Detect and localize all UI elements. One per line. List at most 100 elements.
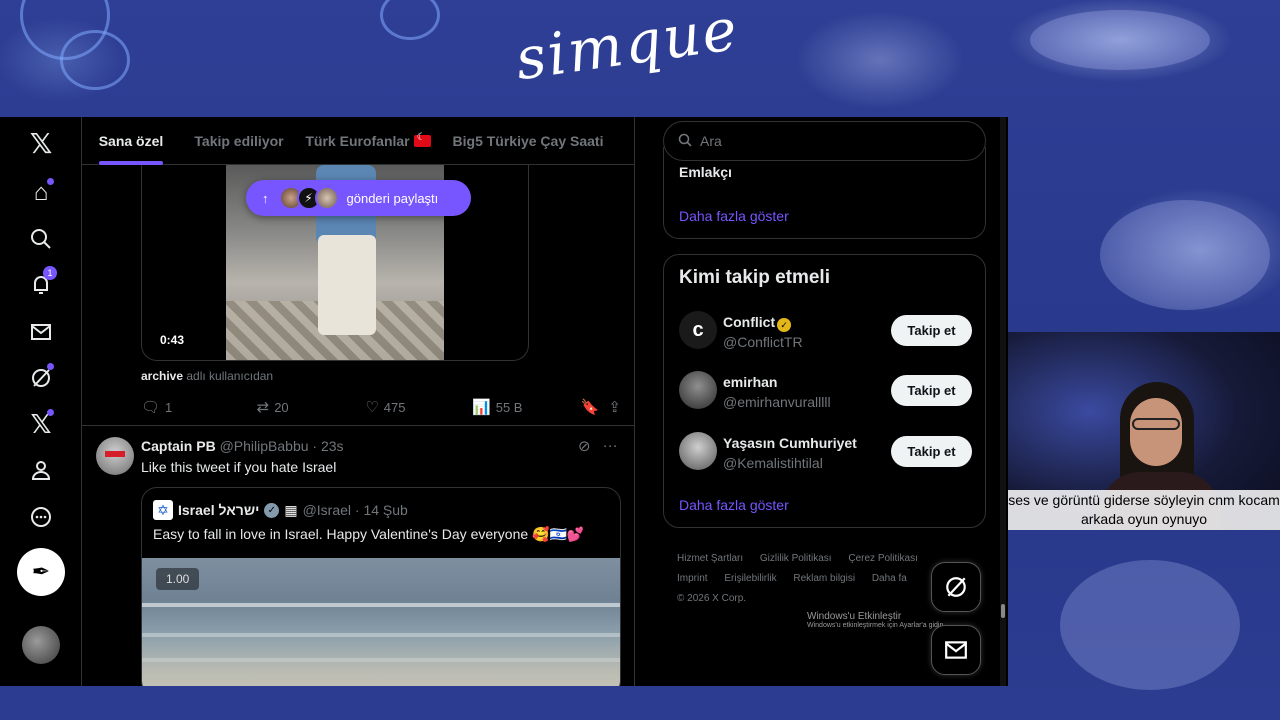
notification-badge: 1: [43, 266, 57, 280]
who-to-follow-title: Kimi takip etmeli: [679, 267, 830, 288]
account-avatar[interactable]: [22, 626, 60, 664]
x-app-window: 𝕏 ⌂ 1 𝕏 ✒ Sana özel Takip ediliyor Türk …: [0, 117, 1008, 686]
quoted-post-text: Easy to fall in love in Israel. Happy Va…: [153, 526, 585, 542]
search-icon[interactable]: [22, 220, 60, 258]
messages-float-button[interactable]: [931, 625, 981, 675]
suggestion-handle: @emirhanvuralllll: [723, 394, 831, 410]
post-actions: 🗨 1 ⇄ 20 ♡ 475 📊 55 B 🔖 ⇪: [141, 397, 621, 417]
repost-count: 20: [274, 399, 289, 415]
avatar: [314, 186, 339, 210]
windows-activation-notice: Windows'u Etkinleştir Windows'u etkinleş…: [807, 611, 945, 629]
footer-link[interactable]: Reklam bilgisi: [793, 573, 855, 584]
repost-icon: ⇄: [256, 399, 270, 416]
author-handle: @PhilipBabbu · 23s: [219, 438, 344, 454]
follow-suggestion[interactable]: emirhan @emirhanvuralllll Takip et: [664, 361, 987, 421]
notifications-icon[interactable]: 1: [22, 266, 60, 304]
post-divider: [82, 425, 634, 426]
views-icon: 📊: [472, 399, 491, 416]
messages-icon[interactable]: [22, 313, 60, 351]
overlay-bubble: [1030, 10, 1210, 70]
footer-link[interactable]: Imprint: [677, 573, 708, 584]
footer-link[interactable]: Daha fa: [872, 573, 907, 584]
suggestion-handle: @ConflictTR: [723, 334, 803, 350]
scrollbar-thumb[interactable]: [1001, 604, 1005, 618]
follow-button[interactable]: Takip et: [891, 315, 972, 346]
x-logo-icon[interactable]: 𝕏: [22, 124, 60, 162]
home-icon[interactable]: ⌂: [22, 174, 60, 212]
follow-button[interactable]: Takip et: [891, 436, 972, 467]
follow-suggestion[interactable]: c Conflict ✓ @ConflictTR Takip et: [664, 301, 987, 361]
scrollbar[interactable]: [1000, 117, 1006, 686]
arrow-up-icon: ↑: [262, 190, 269, 206]
view-count: 55 B: [495, 399, 523, 415]
video-wave: [142, 658, 620, 662]
profile-icon[interactable]: [22, 451, 60, 489]
tab-turk-eurofanlar[interactable]: Türk Eurofanlar: [298, 117, 438, 165]
post-header-actions: ⊘ ···: [578, 437, 618, 455]
footer-link[interactable]: Erişilebilirlik: [724, 573, 776, 584]
activation-subtitle: Windows'u etkinleştirmek için Ayarlar'a …: [807, 622, 946, 629]
premium-icon[interactable]: 𝕏: [22, 405, 60, 443]
grok-float-button[interactable]: [931, 562, 981, 612]
suggestion-name-text: Conflict: [723, 314, 776, 330]
share-icon: ⇪: [608, 399, 621, 416]
new-posts-label: gönderi paylaştı: [346, 190, 439, 206]
show-more-link[interactable]: Daha fazla göster: [679, 208, 789, 224]
verified-badge-icon: ✓: [777, 318, 792, 332]
tab-label: Sana özel: [98, 133, 164, 149]
video-wave: [142, 603, 620, 607]
quoted-author-name: Israel ישראל: [178, 502, 260, 518]
suggestion-name: Conflict ✓: [723, 314, 792, 332]
more-options-icon[interactable]: ···: [603, 437, 618, 455]
avatar: [679, 371, 717, 409]
new-posts-pill[interactable]: ↑ ⚡ gönderi paylaştı: [246, 180, 471, 216]
bookmark-button[interactable]: 🔖: [581, 397, 609, 417]
search-icon: [678, 133, 692, 150]
overlay-decoration: [60, 30, 130, 90]
tab-label: Türk Eurofanlar: [305, 133, 410, 149]
author-name[interactable]: Captain PB: [141, 438, 216, 454]
quoted-author-handle: @Israel · 14 Şub: [302, 502, 408, 518]
who-to-follow-card: Kimi takip etmeli c Conflict ✓ @ConflictT…: [663, 254, 986, 528]
share-button[interactable]: ⇪: [608, 397, 621, 417]
grok-icon[interactable]: ⊘: [578, 437, 591, 455]
reply-icon: 🗨: [141, 399, 161, 416]
source-suffix: adlı kullanıcıdan: [186, 369, 274, 383]
show-more-link[interactable]: Daha fazla göster: [679, 497, 789, 513]
like-button[interactable]: ♡ 475: [365, 397, 472, 417]
more-icon[interactable]: [22, 498, 60, 536]
webcam-person: [1130, 398, 1182, 466]
views-button[interactable]: 📊 55 B: [472, 397, 581, 417]
reply-button[interactable]: 🗨 1: [141, 397, 257, 417]
webcam-person: [1132, 418, 1180, 430]
quoted-post-video[interactable]: 1.00: [142, 558, 620, 686]
trend-item[interactable]: Emlakçı: [679, 164, 732, 180]
feather-icon: ✒: [31, 559, 51, 584]
footer-link[interactable]: Hizmet Şartları: [677, 553, 743, 564]
tab-following[interactable]: Takip ediliyor: [180, 117, 298, 165]
bookmark-icon: 🔖: [580, 399, 600, 416]
activation-title: Windows'u Etkinleştir: [807, 611, 902, 622]
timeline-tabs: Sana özel Takip ediliyor Türk Eurofanlar…: [82, 117, 634, 165]
footer-link[interactable]: Gizlilik Politikası: [760, 553, 832, 564]
copyright: © 2026 X Corp.: [677, 593, 747, 604]
tab-big5-turkiye[interactable]: Big5 Türkiye Çay Saati: [438, 117, 618, 165]
suggestion-name: emirhan: [723, 374, 778, 390]
tab-label: Takip ediliyor: [194, 133, 284, 149]
source-user[interactable]: archive: [141, 369, 183, 383]
follow-suggestion[interactable]: Yaşasın Cumhuriyet @Kemalistihtilal Taki…: [664, 422, 987, 482]
suggestion-name: Yaşasın Cumhuriyet: [723, 435, 857, 451]
avatar[interactable]: [96, 437, 134, 475]
grok-icon[interactable]: [22, 359, 60, 397]
search-input[interactable]: Ara: [663, 121, 986, 161]
grok-icon: [946, 577, 966, 597]
heart-icon: ♡: [365, 399, 379, 416]
footer-link[interactable]: Çerez Politikası: [848, 553, 917, 564]
follow-button[interactable]: Takip et: [891, 375, 972, 406]
tab-label: Big5 Türkiye Çay Saati: [452, 133, 604, 149]
tab-for-you[interactable]: Sana özel: [82, 117, 180, 165]
compose-post-button[interactable]: ✒: [17, 548, 65, 596]
repost-button[interactable]: ⇄ 20: [257, 397, 366, 417]
playback-speed[interactable]: 1.00: [156, 568, 200, 590]
quoted-post[interactable]: ✡ Israel ישראל ✓ ▦ @Israel · 14 Şub Easy…: [141, 487, 621, 686]
